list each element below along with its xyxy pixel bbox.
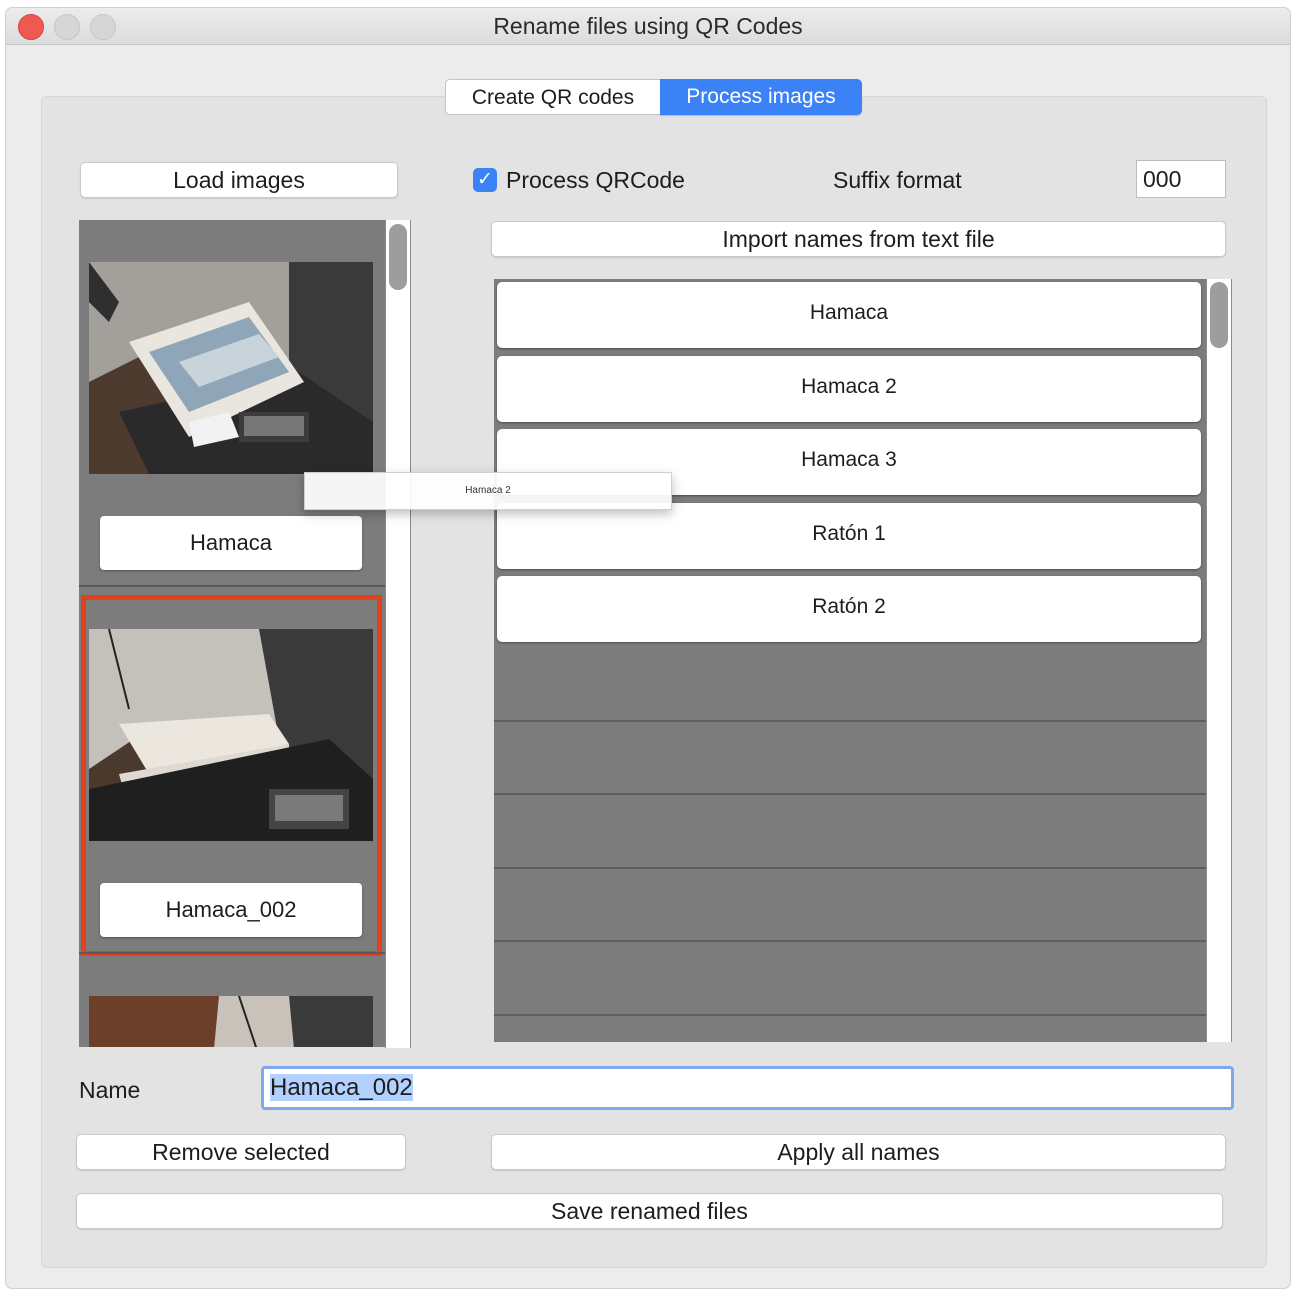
remove-selected-button[interactable]: Remove selected: [76, 1134, 406, 1170]
image-thumbnail-list[interactable]: Hamaca Hamaca_002: [79, 220, 385, 1047]
name-input[interactable]: Hamaca_002: [261, 1066, 1234, 1110]
name-label: Name: [79, 1077, 141, 1103]
suffix-format-label: Suffix format: [833, 167, 962, 193]
load-images-button[interactable]: Load images: [80, 162, 398, 198]
tab-process-images[interactable]: Process images: [660, 79, 862, 115]
scrollbar-thumb[interactable]: [1210, 282, 1228, 348]
tab-create-qr-codes[interactable]: Create QR codes: [445, 79, 660, 115]
drag-ghost-item: Hamaca 2: [304, 472, 672, 510]
process-qrcode-label: Process QRCode: [506, 167, 685, 193]
checkmark-icon: ✓: [477, 169, 493, 190]
save-renamed-files-button[interactable]: Save renamed files: [76, 1193, 1223, 1229]
thumbnail-photo: [89, 996, 373, 1047]
apply-all-names-button[interactable]: Apply all names: [491, 1134, 1226, 1170]
list-item[interactable]: Ratón 1: [497, 503, 1201, 569]
selected-thumbnail-highlight: [81, 595, 382, 956]
name-input-value: Hamaca_002: [270, 1074, 413, 1101]
app-window: Rename files using QR Codes Create QR co…: [6, 8, 1290, 1288]
list-divider: [494, 1014, 1207, 1016]
list-item[interactable]: Hamaca 2: [497, 356, 1201, 422]
list-divider: [494, 940, 1207, 942]
scrollbar-thumb[interactable]: [389, 224, 407, 290]
list-divider: [494, 720, 1207, 722]
tab-bar: Create QR codes Process images: [445, 79, 862, 115]
thumbnail-photo: [89, 262, 373, 474]
suffix-format-input[interactable]: 000: [1136, 160, 1226, 198]
thumbnail-name-label: Hamaca: [100, 516, 362, 570]
list-item[interactable]: Ratón 2: [497, 576, 1201, 642]
process-qrcode-checkbox[interactable]: ✓: [473, 168, 497, 192]
title-bar: Rename files using QR Codes: [6, 8, 1290, 45]
list-divider: [494, 867, 1207, 869]
thumbnail-item[interactable]: Hamaca: [79, 220, 385, 584]
list-divider: [494, 793, 1207, 795]
thumbnail-item[interactable]: [79, 954, 385, 1047]
names-list[interactable]: Hamaca Hamaca 2 Hamaca 3 Ratón 1 Ratón 2: [494, 279, 1207, 1042]
names-scrollbar[interactable]: [1206, 279, 1232, 1042]
window-title: Rename files using QR Codes: [493, 13, 803, 39]
thumbnail-scrollbar[interactable]: [385, 220, 411, 1048]
import-names-button[interactable]: Import names from text file: [491, 221, 1226, 257]
list-item[interactable]: Hamaca: [497, 282, 1201, 348]
